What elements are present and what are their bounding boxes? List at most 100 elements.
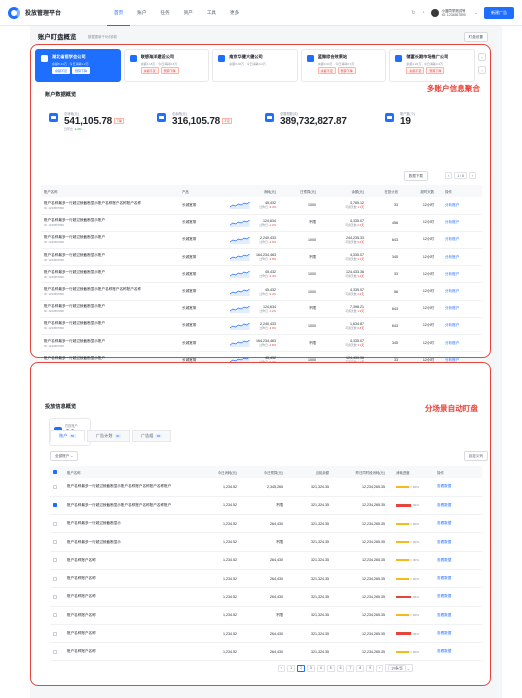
account-card[interactable]: 蓝鲸综合效果站 余额0.93万 · 今日消耗0.6万 余额不足 预算下降	[300, 49, 387, 82]
account-card[interactable]: 南京华健大健公司 余额6.02万 · 今日消耗0.4万	[212, 49, 298, 82]
refresh-icon[interactable]: ↻	[411, 10, 415, 16]
select-all[interactable]	[50, 466, 64, 478]
page-number[interactable]: 4	[316, 664, 325, 672]
prev-page-icon[interactable]: ‹	[445, 172, 453, 179]
checkbox-cell[interactable]	[50, 514, 64, 534]
view-data-link[interactable]: 查看数据	[437, 631, 451, 635]
table-row[interactable]: 账户名称账户名称 1,234.52 264,430 321,324.35 12,…	[50, 642, 482, 662]
checkbox-cell[interactable]	[50, 587, 64, 607]
view-data-link[interactable]: 查看数据	[437, 503, 451, 507]
account-filter-select[interactable]: 全部账户 ⌄	[50, 451, 79, 461]
checkbox-cell[interactable]	[50, 606, 64, 625]
page-number[interactable]: 2	[297, 664, 305, 672]
next-page-icon[interactable]: ›	[468, 172, 476, 179]
nav-account[interactable]: 账户	[130, 0, 153, 26]
checkbox-cell[interactable]	[50, 569, 64, 589]
checkbox-cell[interactable]	[50, 642, 64, 662]
view-data-link[interactable]: 查看数据	[437, 484, 451, 488]
col-balance[interactable]: 当前余额	[286, 466, 332, 478]
table-row[interactable]: 账户名称最多一行超过就截断显示账户 ID: 1234567890 长城宽带 164…	[41, 334, 482, 353]
nav-assets[interactable]: 资产	[177, 0, 200, 26]
tab-plan[interactable]: 广告计划 30	[86, 430, 130, 442]
table-row[interactable]: 账户名称最多一行超过就截断显示账户 ID: 1234567890 长城宽带 124…	[41, 300, 482, 318]
col-balance[interactable]: 余额(元)	[319, 185, 367, 197]
checkbox[interactable]	[53, 484, 57, 489]
prev-arrow-icon[interactable]: ‹	[478, 53, 486, 61]
bell-icon[interactable]: ◔	[422, 10, 425, 16]
avatar[interactable]	[430, 8, 439, 17]
analyze-link[interactable]: 分析账户	[445, 255, 459, 259]
view-data-link[interactable]: 查看数据	[437, 558, 451, 562]
table-row[interactable]: 账户名称最多一行超过就截断显示 1,234.52 264,430 321,324…	[50, 514, 482, 534]
analyze-link[interactable]: 分析账户	[445, 341, 459, 345]
analyze-link[interactable]: 分析账户	[445, 203, 459, 207]
account-card[interactable]: 湖北省医学会公司 余额5.34万 · 今日消耗1.2万 余额不足 预算下降	[35, 49, 121, 82]
table-row[interactable]: 账户名称最多一行超过就截断显示账户名称账户名称账户名称账户 1,234.52 不…	[50, 496, 482, 516]
checkbox[interactable]	[53, 613, 57, 618]
col-today-budget[interactable]: 今日预算(元)	[240, 466, 286, 478]
checkbox-cell[interactable]	[50, 496, 64, 516]
view-data-link[interactable]: 查看数据	[437, 521, 451, 525]
view-data-link[interactable]: 查看数据	[437, 594, 451, 598]
analyze-link[interactable]: 分析账户	[445, 289, 459, 293]
analyze-link[interactable]: 分析账户	[445, 220, 459, 224]
next-arrow-icon[interactable]: ›	[478, 66, 486, 74]
prev-page-icon[interactable]: ‹	[278, 664, 286, 672]
export-button[interactable]: 数据下载	[403, 171, 428, 181]
user-info[interactable]: 小蓝同学测试号 ID: 1234567890	[442, 9, 466, 17]
table-row[interactable]: 账户名称最多一行超过就截断显示账户 ID: 1234567890 长城宽带 124…	[41, 214, 482, 232]
page-number[interactable]: 8	[356, 664, 365, 672]
table-row[interactable]: 账户名称最多一行超过就截断显示账户 ID: 1234567890 长城宽带 164…	[41, 248, 482, 267]
table-row[interactable]: 账户名称最多一行超过就截断显示账户 ID: 1234567890 长城宽带 2,2…	[41, 231, 482, 250]
next-page-icon[interactable]: ›	[376, 664, 384, 672]
page-number[interactable]: 9	[366, 664, 375, 672]
nav-home[interactable]: 首页	[107, 0, 131, 26]
col-days[interactable]: 超时天数	[401, 185, 437, 197]
checkbox[interactable]	[53, 521, 57, 526]
new-ad-button[interactable]: 新建广告	[484, 6, 514, 19]
checkbox-cell[interactable]	[50, 532, 64, 552]
col-yesterday[interactable]: 昨日同时段消耗(元)	[332, 466, 388, 478]
nav-tools[interactable]: 工具	[200, 0, 223, 26]
checkbox[interactable]	[53, 540, 57, 545]
col-plans[interactable]: 在投计划	[367, 185, 401, 197]
table-row[interactable]: 账户名称最多一行超过就截断显示账户名称账户名称账户名称 ID: 123456789…	[41, 282, 482, 301]
settings-button[interactable]: 盯盘设置	[463, 32, 488, 42]
tab-account[interactable]: 账户 56	[50, 430, 85, 442]
checkbox[interactable]	[53, 594, 57, 599]
account-card[interactable]: 储蓄长期市场推广公司 余额1.22万 · 今日消耗0.3万 余额不足 预算下降	[389, 49, 475, 82]
page-number[interactable]: 7	[346, 664, 355, 672]
checkbox-cell[interactable]	[50, 624, 64, 644]
table-row[interactable]: 账户名称最多一行超过就截断显示账户ID: 1234567890 长城宽带 45,…	[41, 265, 482, 284]
view-data-link[interactable]: 查看数据	[437, 540, 451, 544]
table-row[interactable]: 账户名称账户名称 1,234.52 264,430 321,324.35 12,…	[50, 551, 482, 570]
analyze-link[interactable]: 分析账户	[445, 272, 459, 276]
col-today-cost[interactable]: 今日消耗(元)	[194, 466, 240, 478]
col-cost[interactable]: 消耗(元)	[227, 185, 279, 197]
table-row[interactable]: 账户名称账户名称 1,234.52 264,430 321,324.35 12,…	[50, 569, 482, 589]
checkbox[interactable]	[53, 631, 57, 636]
account-card[interactable]: 联想海洋建设公司 余额2.18万 · 今日消耗0.8万 余额不足 预算下降	[123, 49, 210, 82]
view-data-link[interactable]: 查看数据	[437, 649, 451, 653]
page-number[interactable]: 5	[326, 664, 335, 672]
table-row[interactable]: 账户名称最多一行超过就截断显示账户名称账户名称账户名称账户 1,234.52 2…	[50, 478, 482, 497]
page-number[interactable]: 1	[287, 664, 296, 672]
page-number[interactable]: 6	[336, 664, 345, 672]
checkbox[interactable]	[53, 503, 57, 508]
checkbox[interactable]	[53, 558, 57, 563]
col-budget[interactable]: 日预算(元)	[279, 185, 319, 197]
checkbox-cell[interactable]	[50, 478, 64, 497]
checkbox[interactable]	[53, 576, 57, 581]
tab-group[interactable]: 广告组 86	[131, 430, 171, 442]
custom-columns-button[interactable]: 自定义列	[463, 451, 488, 461]
page-size-select[interactable]: 10条/页 ⌄	[385, 664, 413, 672]
table-row[interactable]: 账户名称最多一行超过就截断显示 1,234.52 不限 321,324.35 1…	[50, 532, 482, 552]
view-data-link[interactable]: 查看数据	[437, 576, 451, 580]
analyze-link[interactable]: 分析账户	[445, 323, 459, 327]
analyze-link[interactable]: 分析账户	[445, 306, 459, 310]
checkbox[interactable]	[53, 649, 57, 654]
nav-more[interactable]: 更多	[223, 0, 246, 26]
view-data-link[interactable]: 查看数据	[437, 613, 451, 617]
checkbox[interactable]	[53, 470, 57, 475]
analyze-link[interactable]: 分析账户	[445, 237, 459, 241]
